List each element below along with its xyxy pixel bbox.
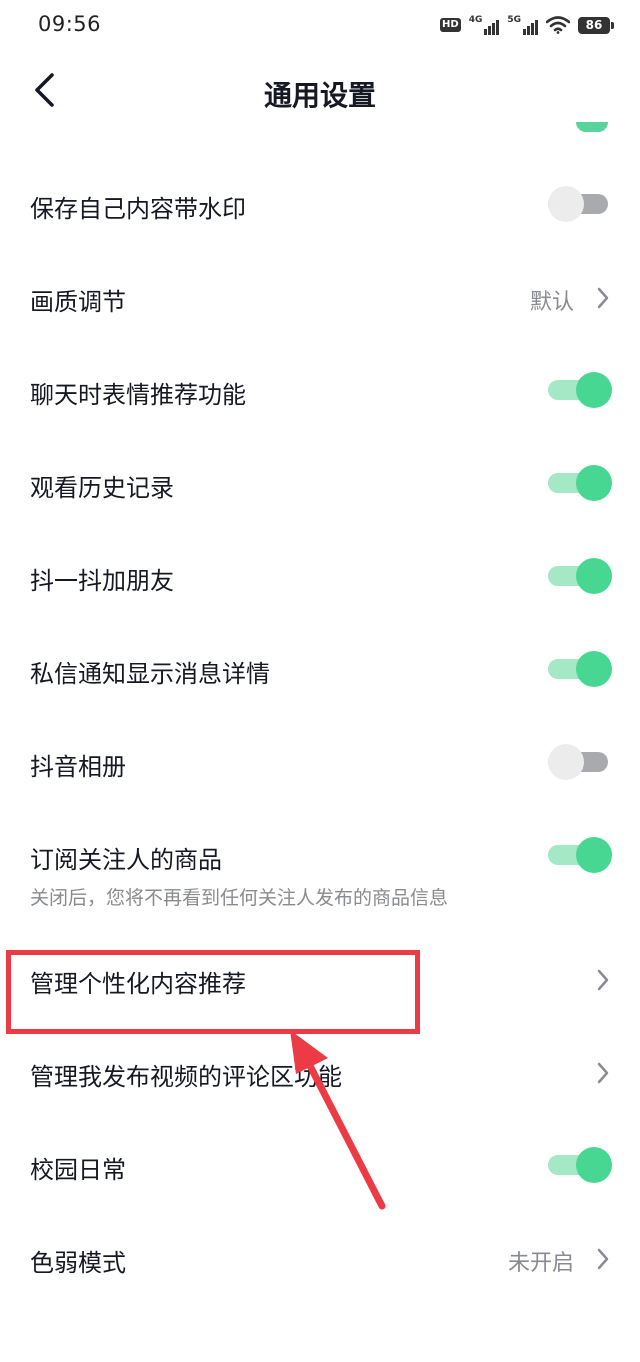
status-time: 09:56 (38, 12, 102, 36)
settings-row[interactable]: 聊天时表情推荐功能 (0, 346, 640, 439)
toggle-switch[interactable] (548, 463, 612, 503)
toggle-switch[interactable] (548, 556, 612, 596)
toggle-knob (576, 1147, 612, 1183)
toggle-knob (576, 558, 612, 594)
setting-subtitle: 关闭后，您将不再看到任何关注人发布的商品信息 (30, 887, 449, 909)
settings-row[interactable]: 管理我发布视频的评论区功能 (0, 1028, 640, 1121)
settings-row[interactable]: 画质调节 默认 (0, 253, 640, 346)
settings-row[interactable]: 订阅关注人的商品关闭后，您将不再看到任何关注人发布的商品信息 (0, 811, 640, 935)
toggle-knob (548, 186, 584, 222)
setting-label: 保存自己内容带水印 (30, 195, 246, 223)
nav-bar: 通用设置 (0, 52, 640, 132)
settings-row[interactable]: 管理个性化内容推荐 (0, 935, 640, 1028)
toggle-knob (576, 465, 612, 501)
toggle-switch[interactable] (548, 649, 612, 689)
setting-label: 观看历史记录 (30, 474, 174, 502)
toggle-knob (576, 372, 612, 408)
toggle-switch[interactable] (548, 835, 612, 875)
toggle-knob (576, 837, 612, 873)
setting-value: 默认 (529, 290, 574, 315)
setting-label: 画质调节 (30, 288, 126, 316)
signal-5g-icon: 5G (507, 15, 538, 35)
page-title: 通用设置 (263, 79, 376, 112)
status-icons: HD 4G 5G 86 (440, 14, 614, 36)
setting-label: 抖音相册 (30, 753, 126, 781)
settings-row[interactable]: 抖音相册 (0, 718, 640, 811)
setting-label: 管理个性化内容推荐 (30, 970, 246, 998)
toggle-switch[interactable] (548, 1145, 612, 1185)
toggle-knob (548, 744, 584, 780)
setting-label: 聊天时表情推荐功能 (30, 381, 246, 409)
settings-row[interactable]: 校园日常 (0, 1121, 640, 1214)
toggle-switch[interactable] (548, 184, 612, 224)
wifi-icon (546, 16, 570, 34)
toggle-switch[interactable] (548, 370, 612, 410)
setting-label: 管理我发布视频的评论区功能 (30, 1063, 342, 1091)
chevron-right-icon (597, 287, 609, 309)
chevron-right-icon (597, 1062, 609, 1084)
chevron-right-icon (597, 1248, 609, 1270)
setting-label: 校园日常 (30, 1156, 126, 1184)
settings-list: 保存自己内容带水印 画质调节 默认聊天时表情推荐功能 观看历史记录 抖一抖加朋友私信通知… (0, 160, 640, 1307)
toggle-knob (576, 651, 612, 687)
settings-row[interactable]: 保存自己内容带水印 (0, 160, 640, 253)
setting-label: 色弱模式 (30, 1249, 126, 1277)
setting-label: 抖一抖加朋友 (30, 567, 174, 595)
status-bar: 09:56 HD 4G 5G 86 (0, 0, 640, 52)
setting-label: 私信通知显示消息详情 (30, 660, 270, 688)
settings-row[interactable]: 观看历史记录 (0, 439, 640, 532)
settings-row[interactable]: 色弱模式 未开启 (0, 1214, 640, 1307)
chevron-right-icon (597, 969, 609, 991)
setting-value: 未开启 (507, 1251, 574, 1276)
toggle-switch[interactable] (548, 742, 612, 782)
setting-label: 订阅关注人的商品 (30, 846, 222, 874)
signal-4g-label: 4G (468, 15, 483, 25)
settings-row[interactable]: 私信通知显示消息详情 (0, 625, 640, 718)
settings-row[interactable]: 抖一抖加朋友 (0, 532, 640, 625)
partially-hidden-toggle[interactable] (576, 122, 608, 132)
signal-5g-label: 5G (507, 15, 521, 25)
battery-icon: 86 (578, 16, 614, 34)
signal-4g-icon: 4G (469, 15, 500, 35)
hd-icon: HD (440, 18, 461, 32)
